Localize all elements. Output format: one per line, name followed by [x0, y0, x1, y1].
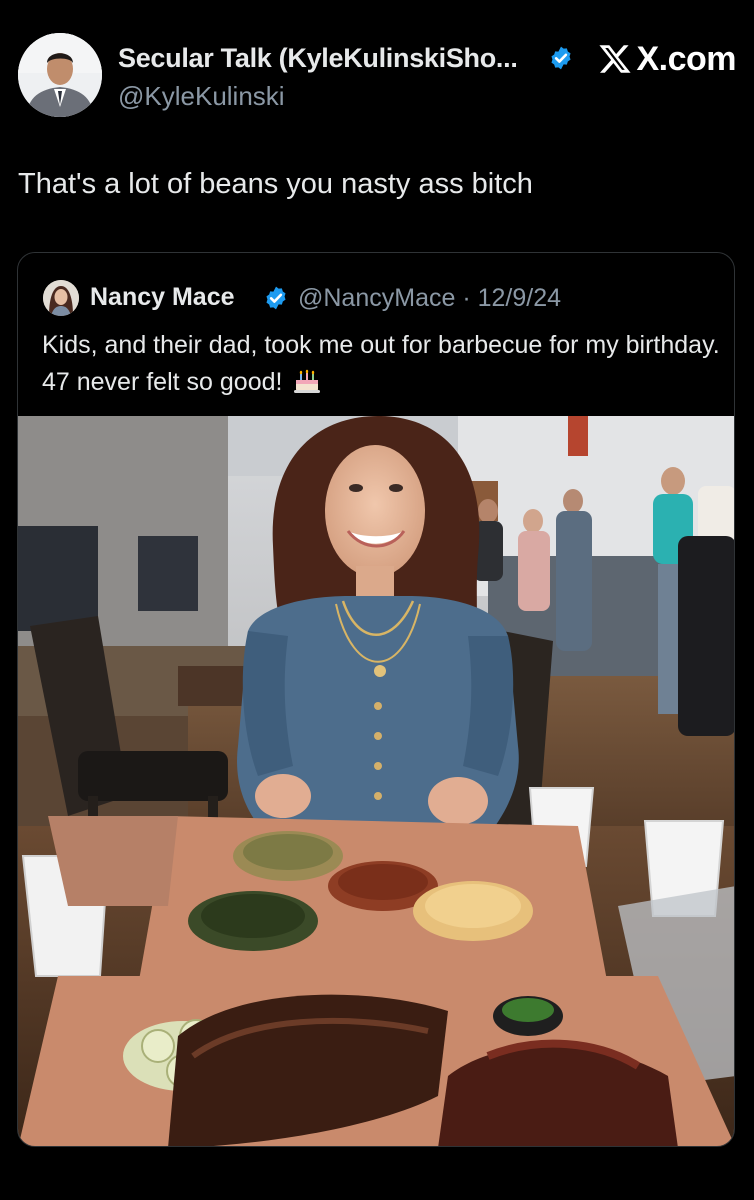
meta-separator: · [462, 284, 471, 312]
brand-logo: X.com [598, 39, 736, 79]
x-logo-icon [599, 45, 632, 73]
verified-badge-icon [551, 46, 571, 70]
tweet-header: Secular Talk (KyleKulinskiSho... @KyleKu… [18, 33, 736, 119]
quoted-author-name[interactable]: Nancy Mace [90, 283, 235, 312]
brand-domain: X.com [636, 39, 736, 78]
quoted-tweet-date[interactable]: 12/9/24 [478, 284, 561, 312]
quoted-tweet-card[interactable]: Nancy Mace @NancyMace · 12/9/24 Kids, an… [17, 252, 735, 1147]
quoted-tweet-text: Kids, and their dad, took me out for bar… [42, 327, 722, 401]
quoted-tweet-body: Kids, and their dad, took me out for bar… [42, 331, 720, 396]
tweet-screenshot: Secular Talk (KyleKulinskiSho... @KyleKu… [0, 0, 754, 1200]
tweet-photo[interactable] [18, 416, 734, 1146]
author-name[interactable]: Secular Talk (KyleKulinskiSho... [118, 43, 518, 74]
quoted-author-handle[interactable]: @NancyMace [298, 284, 455, 312]
barbecue-photo-illustration [18, 416, 734, 1146]
author-handle[interactable]: @KyleKulinski [118, 81, 285, 112]
verified-badge-icon [266, 286, 286, 310]
author-avatar[interactable] [18, 33, 102, 117]
birthday-cake-icon [294, 369, 321, 393]
tweet-text: That's a lot of beans you nasty ass bitc… [18, 168, 533, 200]
quoted-tweet-meta: @NancyMace · 12/9/24 [298, 284, 561, 313]
quoted-author-avatar[interactable] [43, 280, 79, 316]
